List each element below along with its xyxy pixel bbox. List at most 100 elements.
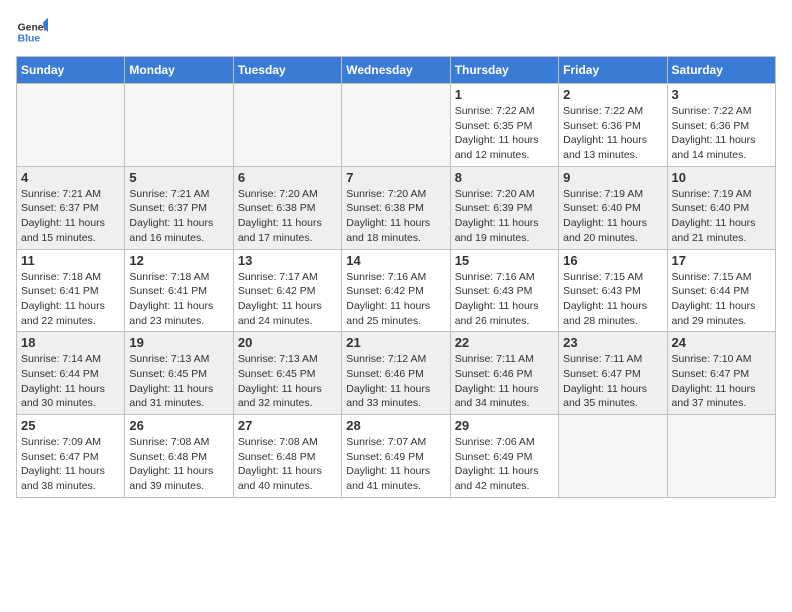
day-info: Sunrise: 7:09 AM Sunset: 6:47 PM Dayligh… bbox=[21, 435, 120, 494]
day-info: Sunrise: 7:16 AM Sunset: 6:43 PM Dayligh… bbox=[455, 270, 554, 329]
day-number: 5 bbox=[129, 170, 228, 185]
calendar-cell: 23Sunrise: 7:11 AM Sunset: 6:47 PM Dayli… bbox=[559, 332, 667, 415]
calendar-cell: 5 Sunrise: 7:21 AM Sunset: 6:37 PM Daylig… bbox=[125, 166, 233, 249]
week-row-1: 1 Sunrise: 7:22 AM Sunset: 6:35 PM Daylig… bbox=[17, 84, 776, 167]
calendar-cell: 2 Sunrise: 7:22 AM Sunset: 6:36 PM Daylig… bbox=[559, 84, 667, 167]
generalblue-logo-icon: General Blue bbox=[16, 16, 48, 48]
day-info: Sunrise: 7:15 AM Sunset: 6:43 PM Dayligh… bbox=[563, 270, 662, 329]
day-number: 26 bbox=[129, 418, 228, 433]
day-info: Sunrise: 7:20 AM Sunset: 6:38 PM Dayligh… bbox=[346, 187, 445, 246]
day-number: 11 bbox=[21, 253, 120, 268]
day-number: 7 bbox=[346, 170, 445, 185]
week-row-5: 25Sunrise: 7:09 AM Sunset: 6:47 PM Dayli… bbox=[17, 415, 776, 498]
column-header-thursday: Thursday bbox=[450, 57, 558, 84]
calendar-cell bbox=[17, 84, 125, 167]
calendar-cell: 10 Sunrise: 7:19 AM Sunset: 6:40 PM Dayli… bbox=[667, 166, 775, 249]
calendar-cell: 4Sunrise: 7:21 AM Sunset: 6:37 PM Daylig… bbox=[17, 166, 125, 249]
day-info: Sunrise: 7:22 AM Sunset: 6:36 PM Dayligh… bbox=[672, 104, 771, 163]
calendar-cell: 21 Sunrise: 7:12 AM Sunset: 6:46 PM Dayli… bbox=[342, 332, 450, 415]
calendar-cell bbox=[559, 415, 667, 498]
calendar-cell: 22 Sunrise: 7:11 AM Sunset: 6:46 PM Dayli… bbox=[450, 332, 558, 415]
day-info: Sunrise: 7:17 AM Sunset: 6:42 PM Dayligh… bbox=[238, 270, 337, 329]
day-info: Sunrise: 7:22 AM Sunset: 6:35 PM Dayligh… bbox=[455, 104, 554, 163]
day-info: Sunrise: 7:08 AM Sunset: 6:48 PM Dayligh… bbox=[129, 435, 228, 494]
day-info: Sunrise: 7:08 AM Sunset: 6:48 PM Dayligh… bbox=[238, 435, 337, 494]
day-number: 8 bbox=[455, 170, 554, 185]
day-info: Sunrise: 7:13 AM Sunset: 6:45 PM Dayligh… bbox=[129, 352, 228, 411]
calendar-cell: 3 Sunrise: 7:22 AM Sunset: 6:36 PM Daylig… bbox=[667, 84, 775, 167]
day-number: 13 bbox=[238, 253, 337, 268]
calendar-cell: 19 Sunrise: 7:13 AM Sunset: 6:45 PM Dayli… bbox=[125, 332, 233, 415]
logo: General Blue bbox=[16, 16, 48, 48]
calendar-cell: 7 Sunrise: 7:20 AM Sunset: 6:38 PM Daylig… bbox=[342, 166, 450, 249]
calendar-cell: 27 Sunrise: 7:08 AM Sunset: 6:48 PM Dayli… bbox=[233, 415, 341, 498]
day-info: Sunrise: 7:20 AM Sunset: 6:39 PM Dayligh… bbox=[455, 187, 554, 246]
calendar-cell bbox=[667, 415, 775, 498]
day-number: 16 bbox=[563, 253, 662, 268]
column-header-saturday: Saturday bbox=[667, 57, 775, 84]
week-row-4: 18 Sunrise: 7:14 AM Sunset: 6:44 PM Dayli… bbox=[17, 332, 776, 415]
column-header-friday: Friday bbox=[559, 57, 667, 84]
day-info: Sunrise: 7:14 AM Sunset: 6:44 PM Dayligh… bbox=[21, 352, 120, 411]
calendar-cell bbox=[233, 84, 341, 167]
calendar-cell: 18 Sunrise: 7:14 AM Sunset: 6:44 PM Dayli… bbox=[17, 332, 125, 415]
calendar-cell bbox=[342, 84, 450, 167]
calendar-cell: 20 Sunrise: 7:13 AM Sunset: 6:45 PM Dayli… bbox=[233, 332, 341, 415]
calendar-cell: 9 Sunrise: 7:19 AM Sunset: 6:40 PM Daylig… bbox=[559, 166, 667, 249]
day-number: 2 bbox=[563, 87, 662, 102]
day-info: Sunrise: 7:18 AM Sunset: 6:41 PM Dayligh… bbox=[21, 270, 120, 329]
column-header-wednesday: Wednesday bbox=[342, 57, 450, 84]
day-number: 14 bbox=[346, 253, 445, 268]
calendar-cell: 14 Sunrise: 7:16 AM Sunset: 6:42 PM Dayli… bbox=[342, 249, 450, 332]
day-info: Sunrise: 7:16 AM Sunset: 6:42 PM Dayligh… bbox=[346, 270, 445, 329]
day-number: 17 bbox=[672, 253, 771, 268]
day-info: Sunrise: 7:19 AM Sunset: 6:40 PM Dayligh… bbox=[563, 187, 662, 246]
calendar-cell bbox=[125, 84, 233, 167]
svg-text:Blue: Blue bbox=[18, 34, 41, 45]
calendar-cell: 1 Sunrise: 7:22 AM Sunset: 6:35 PM Daylig… bbox=[450, 84, 558, 167]
calendar-cell: 8 Sunrise: 7:20 AM Sunset: 6:39 PM Daylig… bbox=[450, 166, 558, 249]
day-info: Sunrise: 7:12 AM Sunset: 6:46 PM Dayligh… bbox=[346, 352, 445, 411]
day-number: 1 bbox=[455, 87, 554, 102]
day-info: Sunrise: 7:07 AM Sunset: 6:49 PM Dayligh… bbox=[346, 435, 445, 494]
header: General Blue bbox=[16, 16, 776, 48]
day-info: Sunrise: 7:21 AM Sunset: 6:37 PM Dayligh… bbox=[129, 187, 228, 246]
day-number: 6 bbox=[238, 170, 337, 185]
day-info: Sunrise: 7:13 AM Sunset: 6:45 PM Dayligh… bbox=[238, 352, 337, 411]
day-number: 20 bbox=[238, 335, 337, 350]
day-number: 22 bbox=[455, 335, 554, 350]
day-info: Sunrise: 7:15 AM Sunset: 6:44 PM Dayligh… bbox=[672, 270, 771, 329]
calendar-cell: 24 Sunrise: 7:10 AM Sunset: 6:47 PM Dayli… bbox=[667, 332, 775, 415]
calendar-cell: 13 Sunrise: 7:17 AM Sunset: 6:42 PM Dayli… bbox=[233, 249, 341, 332]
calendar-cell: 12Sunrise: 7:18 AM Sunset: 6:41 PM Dayli… bbox=[125, 249, 233, 332]
week-row-2: 4 Sunrise: 7:21 AM Sunset: 6:37 PM Daylig… bbox=[17, 166, 776, 249]
day-info: Sunrise: 7:11 AM Sunset: 6:46 PM Dayligh… bbox=[455, 352, 554, 411]
column-header-tuesday: Tuesday bbox=[233, 57, 341, 84]
day-number: 10 bbox=[672, 170, 771, 185]
day-number: 18 bbox=[21, 335, 120, 350]
column-header-monday: Monday bbox=[125, 57, 233, 84]
day-number: 21 bbox=[346, 335, 445, 350]
day-number: 19 bbox=[129, 335, 228, 350]
calendar-cell: 6 Sunrise: 7:20 AM Sunset: 6:38 PM Daylig… bbox=[233, 166, 341, 249]
day-number: 23 bbox=[563, 335, 662, 350]
calendar-cell: 16 Sunrise: 7:15 AM Sunset: 6:43 PM Dayli… bbox=[559, 249, 667, 332]
day-number: 27 bbox=[238, 418, 337, 433]
day-info: Sunrise: 7:10 AM Sunset: 6:47 PM Dayligh… bbox=[672, 352, 771, 411]
day-number: 9 bbox=[563, 170, 662, 185]
day-number: 4 bbox=[21, 170, 120, 185]
day-info: Sunrise: 7:18 AM Sunset: 6:41 PM Dayligh… bbox=[129, 270, 228, 329]
calendar-header-row: SundayMondayTuesdayWednesdayThursdayFrid… bbox=[17, 57, 776, 84]
calendar-cell: 15Sunrise: 7:16 AM Sunset: 6:43 PM Dayli… bbox=[450, 249, 558, 332]
calendar-cell: 11 Sunrise: 7:18 AM Sunset: 6:41 PM Dayli… bbox=[17, 249, 125, 332]
day-number: 28 bbox=[346, 418, 445, 433]
day-info: Sunrise: 7:22 AM Sunset: 6:36 PM Dayligh… bbox=[563, 104, 662, 163]
day-info: Sunrise: 7:19 AM Sunset: 6:40 PM Dayligh… bbox=[672, 187, 771, 246]
day-number: 3 bbox=[672, 87, 771, 102]
calendar-cell: 29Sunrise: 7:06 AM Sunset: 6:49 PM Dayli… bbox=[450, 415, 558, 498]
day-info: Sunrise: 7:20 AM Sunset: 6:38 PM Dayligh… bbox=[238, 187, 337, 246]
day-number: 29 bbox=[455, 418, 554, 433]
day-number: 24 bbox=[672, 335, 771, 350]
calendar-table: SundayMondayTuesdayWednesdayThursdayFrid… bbox=[16, 56, 776, 498]
calendar-cell: 26 Sunrise: 7:08 AM Sunset: 6:48 PM Dayli… bbox=[125, 415, 233, 498]
